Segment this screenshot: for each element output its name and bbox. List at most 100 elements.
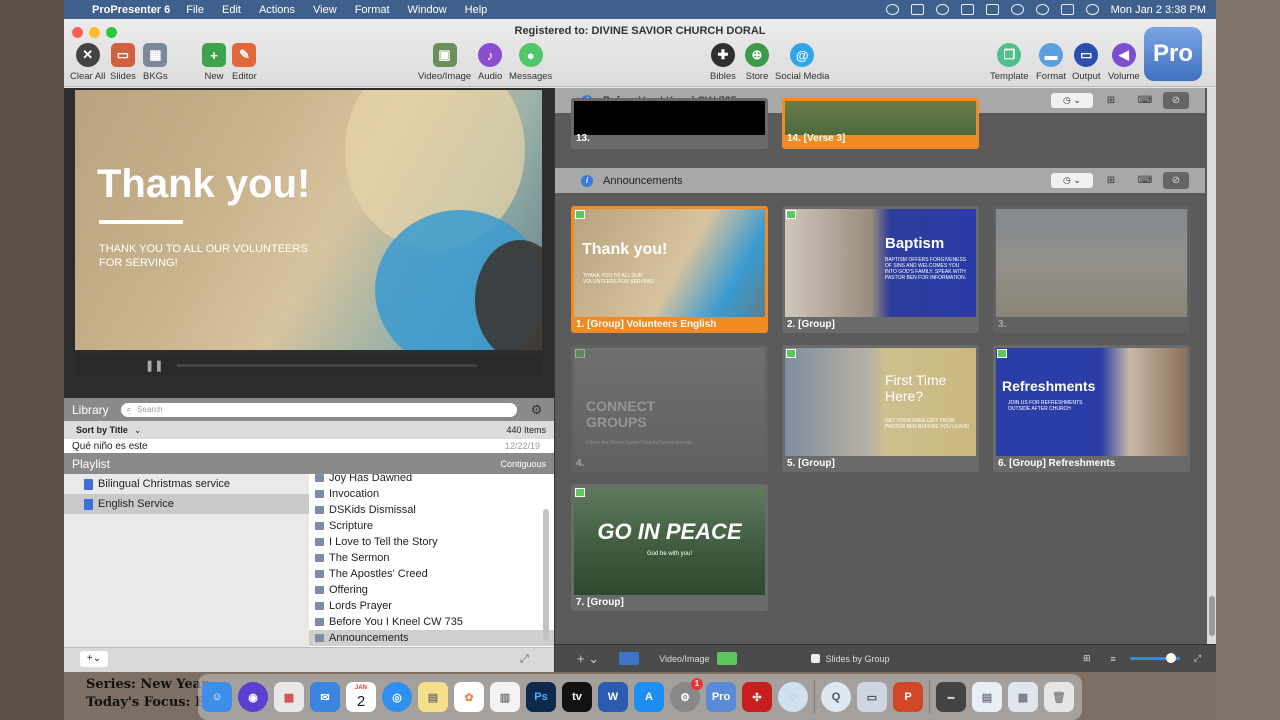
recent-folder-thumbnail[interactable]: ▦ <box>1008 682 1038 712</box>
wifi-icon[interactable] <box>1010 4 1024 15</box>
image-icon[interactable] <box>717 652 738 665</box>
messages-button[interactable]: ● Messages <box>509 43 552 82</box>
menu-format[interactable]: Format <box>355 4 390 16</box>
menu-app-name[interactable]: ProPresenter 6 <box>92 4 170 16</box>
slide-thumbnail[interactable]: Refreshments JOIN US FOR REFRESHMENTS OU… <box>993 345 1190 472</box>
preview-slide[interactable]: Thank you! THANK YOU TO ALL OUR VOLUNTEE… <box>75 90 542 350</box>
playlist-item[interactable]: Scripture <box>309 518 554 534</box>
menu-actions[interactable]: Actions <box>259 4 295 16</box>
presentation-header[interactable]: i Announcements ◷ ⌄ ⊞ ⌨ ⊘ <box>555 168 1205 193</box>
slide-thumbnail[interactable]: Baptism BAPTISM OFFERS FORGIVENESS OF SI… <box>782 206 979 333</box>
scrollbar-knob[interactable] <box>1209 596 1215 636</box>
propresenter-dock-icon[interactable]: Pro <box>706 682 736 712</box>
screenshot-icon[interactable]: ▭ <box>857 682 887 712</box>
finder-icon[interactable]: ☺ <box>202 682 232 712</box>
format-button[interactable]: ▬ Format <box>1036 43 1066 82</box>
mail-icon[interactable]: ✉ <box>310 682 340 712</box>
playlist-item[interactable]: I Love to Tell the Story <box>309 534 554 550</box>
battery-icon[interactable] <box>985 4 999 15</box>
new-button[interactable]: + New <box>202 43 226 82</box>
volume-status-icon[interactable] <box>960 4 974 15</box>
notes-icon[interactable]: ▤ <box>418 682 448 712</box>
safari-icon[interactable]: ◎ <box>382 682 412 712</box>
slide-thumbnail[interactable]: GO IN PEACE God be with you! 7. [Group] <box>571 484 768 611</box>
menubar-clock[interactable]: Mon Jan 2 3:38 PM <box>1111 4 1206 16</box>
slide-thumbnail[interactable]: 3. <box>993 206 1190 333</box>
playlist-item[interactable]: Lords Prayer <box>309 598 554 614</box>
timer-dropdown[interactable]: ◷ ⌄ <box>1051 173 1093 188</box>
volume-button[interactable]: ◀ Volume <box>1108 43 1140 82</box>
sync-icon[interactable] <box>935 4 949 15</box>
output-button[interactable]: ▭ Output <box>1072 43 1101 82</box>
siri-icon[interactable]: ◉ <box>238 682 268 712</box>
word-icon[interactable]: W <box>598 682 628 712</box>
powerpoint-icon[interactable]: P <box>893 682 923 712</box>
keyboard-icon[interactable]: ⌨ <box>1135 173 1155 188</box>
slide-thumbnail-selected[interactable]: Thank you! THANK YOU TO ALL OUR VOLUNTEE… <box>571 206 768 333</box>
slides-by-group-checkbox[interactable] <box>811 654 821 663</box>
playlist-item[interactable]: The Apostles' Creed <box>309 566 554 582</box>
playlist-item-selected[interactable]: Announcements <box>309 630 554 646</box>
timer-dropdown[interactable]: ◷ ⌄ <box>1051 93 1093 108</box>
video-image-footer-label[interactable]: Video/Image <box>659 654 709 664</box>
editor-button[interactable]: ✎ Editor <box>232 43 257 82</box>
playlist-item[interactable]: Joy Has Dawned <box>309 474 554 486</box>
arrangement-icon[interactable]: ⊞ <box>1101 93 1121 108</box>
social-media-button[interactable]: @ Social Media <box>775 43 829 82</box>
record-icon[interactable] <box>885 4 899 15</box>
playlist-mode[interactable]: Contiguous <box>500 459 546 469</box>
calendar-icon[interactable]: JAN 2 <box>346 682 376 712</box>
no-icon[interactable]: ⊘ <box>1163 92 1189 109</box>
store-button[interactable]: ⊕ Store <box>745 43 769 82</box>
zoom-slider[interactable] <box>1129 653 1180 663</box>
menu-file[interactable]: File <box>186 4 204 16</box>
recent-document-thumbnail[interactable]: ▤ <box>972 682 1002 712</box>
menu-help[interactable]: Help <box>465 4 488 16</box>
quicktime-icon[interactable]: Q <box>821 682 851 712</box>
acrobat-icon[interactable]: ✣ <box>742 682 772 712</box>
spotlight-icon[interactable] <box>1035 4 1049 15</box>
bkgs-button[interactable]: ▦ BKGs <box>143 43 168 82</box>
audio-button[interactable]: ♪ Audio <box>478 43 502 82</box>
playlist-english-service[interactable]: English Service <box>64 494 309 514</box>
photos-icon[interactable]: ✿ <box>454 682 484 712</box>
trash-icon[interactable]: 🗑 <box>1044 682 1074 712</box>
bibles-button[interactable]: ✚ Bibles <box>710 43 736 82</box>
clear-all-button[interactable]: ✕ Clear All <box>70 43 105 82</box>
dropbox-icon[interactable] <box>910 4 924 15</box>
video-image-bin-icon[interactable] <box>619 652 640 665</box>
recent-window-thumbnail[interactable]: ▬ <box>936 682 966 712</box>
gear-icon[interactable]: ⚙ <box>531 402 543 418</box>
grid-view-icon[interactable]: ⊞ <box>1083 653 1091 664</box>
system-preferences-icon[interactable]: ⚙ 1 <box>670 678 703 712</box>
fullscreen-icon[interactable]: ⤢ <box>1194 653 1201 664</box>
template-button[interactable]: ❐ Template <box>990 43 1029 82</box>
playlist-item[interactable]: DSKids Dismissal <box>309 502 554 518</box>
slide-thumbnail[interactable]: First Time Here? GET YOUR FREE GIFT FROM… <box>782 345 979 472</box>
video-image-button[interactable]: ▣ Video/Image <box>418 43 471 82</box>
list-view-icon[interactable]: ≡ <box>1111 654 1116 664</box>
preview-app-icon[interactable]: ▥ <box>490 682 520 712</box>
pause-icon[interactable]: ❚❚ <box>145 359 163 372</box>
app-store-icon[interactable]: A <box>634 682 664 712</box>
playlist-item[interactable]: Before You I Kneel CW 735 <box>309 614 554 630</box>
menu-view[interactable]: View <box>313 4 337 16</box>
playlist-item[interactable]: Offering <box>309 582 554 598</box>
playlist-item[interactable]: Invocation <box>309 486 554 502</box>
chevron-down-icon[interactable]: ⌄ <box>134 425 142 436</box>
no-icon[interactable]: ⊘ <box>1163 172 1189 189</box>
transport-scrubber[interactable] <box>177 363 478 367</box>
menu-edit[interactable]: Edit <box>222 4 241 16</box>
photoshop-icon[interactable]: Ps <box>526 682 556 712</box>
add-slide-button[interactable]: + ⌄ <box>577 651 599 667</box>
keyboard-icon[interactable]: ⌨ <box>1135 93 1155 108</box>
sort-by-title-button[interactable]: Sort by Title <box>76 425 128 435</box>
slide-thumbnail[interactable]: CONNECT GROUPS Check the Divine Savior C… <box>571 345 768 472</box>
arrangement-icon[interactable]: ⊞ <box>1101 173 1121 188</box>
slides-button[interactable]: ▭ Slides <box>110 43 136 82</box>
user-icon[interactable] <box>1085 4 1099 15</box>
launchpad-icon[interactable]: ▦ <box>274 682 304 712</box>
add-playlist-button[interactable]: +⌄ <box>80 651 108 667</box>
info-icon[interactable]: i <box>581 174 593 187</box>
slide-thumbnail-selected[interactable]: 14. [Verse 3] <box>782 98 979 149</box>
